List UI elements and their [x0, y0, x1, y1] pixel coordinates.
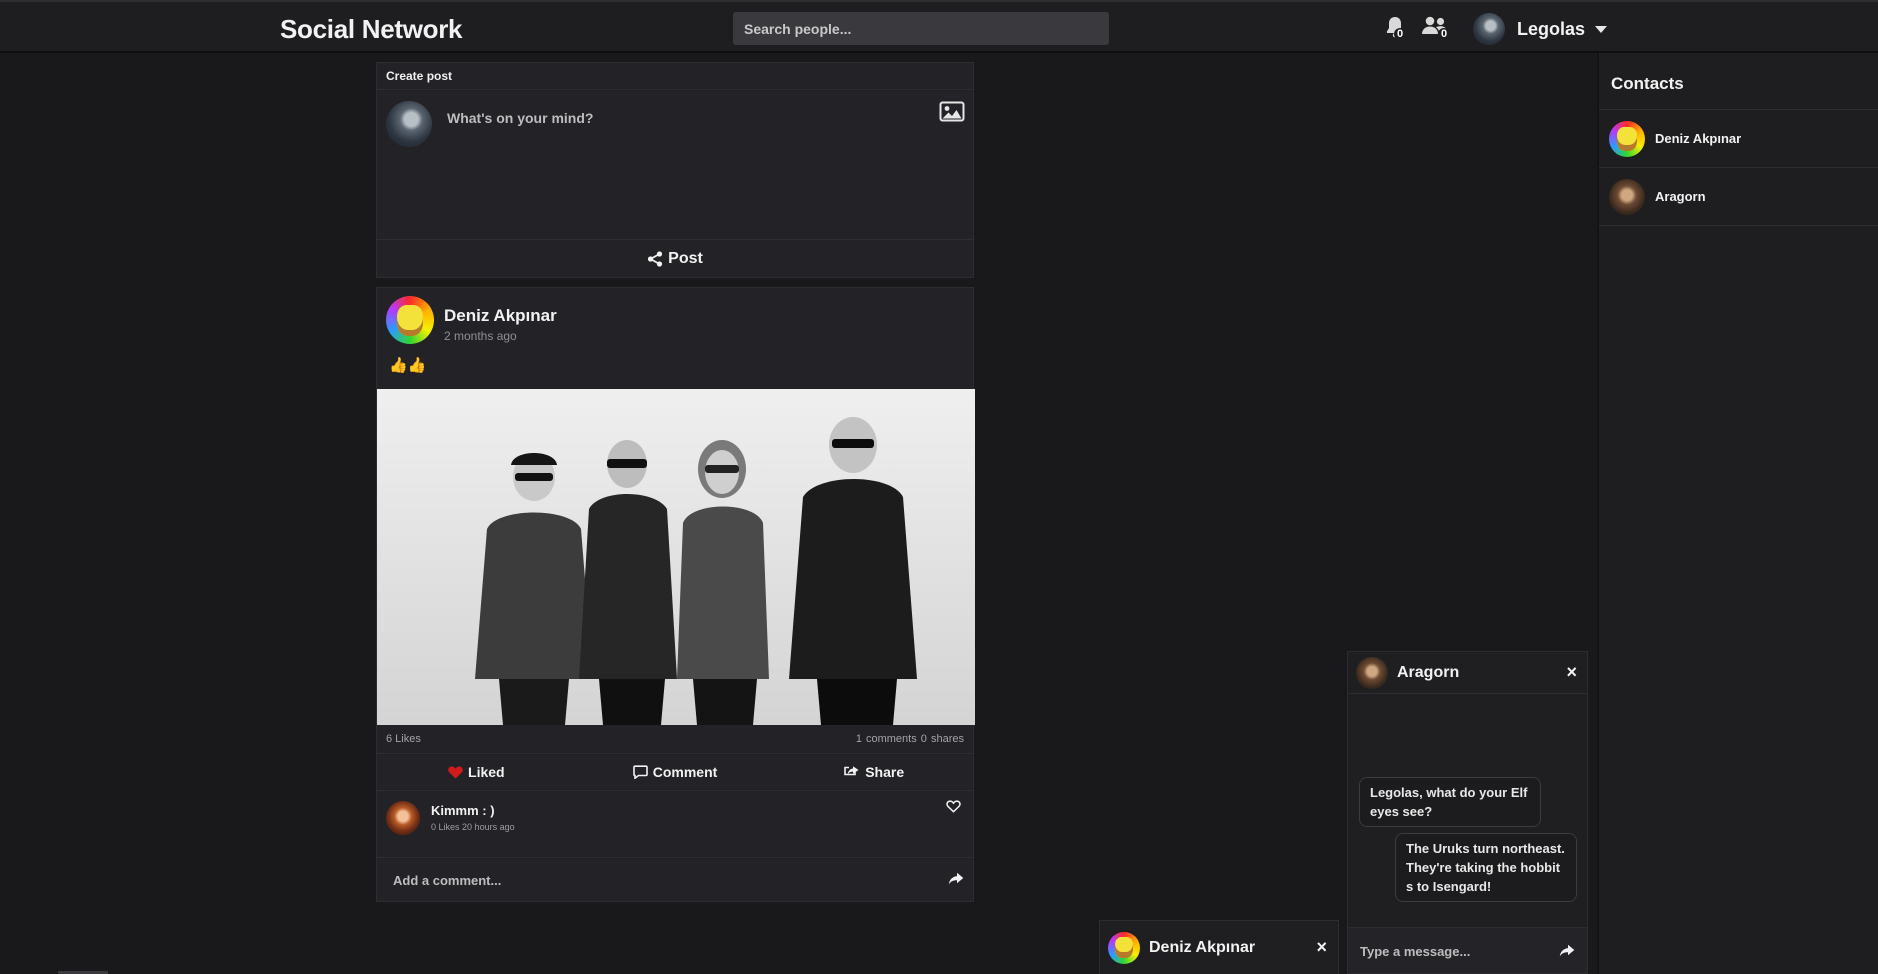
image-icon: [939, 101, 965, 122]
chat-message-received: Legolas, what do your Elf eyes see?: [1359, 777, 1541, 827]
contact-item-aragorn[interactable]: Aragorn: [1599, 168, 1878, 226]
chat-message-sent: The Uruks turn northeast. They're taking…: [1395, 833, 1577, 902]
friend-requests-button[interactable]: 0: [1421, 16, 1453, 44]
create-post-header: Create post: [377, 63, 973, 90]
post-button-label: Post: [668, 249, 703, 267]
band-photo: [377, 389, 975, 725]
comment-icon: [632, 765, 648, 779]
contact-name: Deniz Akpınar: [1655, 131, 1742, 146]
notifications-badge: 0: [1394, 28, 1406, 40]
post-card: Deniz Akpınar 2 months ago 👍👍 6 Likes 1 …: [376, 287, 975, 902]
contact-name: Aragorn: [1655, 189, 1706, 204]
send-message-button[interactable]: [1559, 944, 1575, 962]
chat-input-bar: [1348, 927, 1587, 973]
comment-button-label: Comment: [652, 764, 718, 780]
post-composer-input[interactable]: [447, 99, 887, 137]
post-author-avatar[interactable]: [386, 296, 434, 344]
like-button[interactable]: Liked: [377, 754, 576, 790]
post-timestamp: 2 months ago: [444, 329, 517, 343]
notifications-button[interactable]: 0: [1385, 16, 1411, 44]
comments-count[interactable]: 1 comments: [856, 733, 917, 745]
comment-like-button[interactable]: [946, 800, 961, 818]
chat-avatar: [1356, 656, 1388, 689]
friend-requests-badge: 0: [1438, 28, 1450, 40]
mini-chat-close-button[interactable]: ×: [1316, 938, 1327, 956]
post-stats: 1 comments 0 shares: [856, 733, 964, 745]
create-post-card: Create post Post: [376, 62, 974, 278]
contact-avatar: [1609, 120, 1645, 157]
heart-filled-icon: [448, 765, 463, 778]
chat-title: Aragorn: [1397, 663, 1460, 681]
comment-meta: 0 Likes 20 hours ago: [431, 822, 515, 832]
shares-count: 0 shares: [920, 733, 964, 745]
contacts-title: Contacts: [1599, 53, 1878, 110]
chat-header[interactable]: Aragorn ×: [1348, 652, 1587, 694]
post-button[interactable]: Post: [377, 239, 973, 277]
post-photo[interactable]: [377, 389, 975, 725]
chat-close-button[interactable]: ×: [1566, 663, 1577, 681]
search-input[interactable]: [733, 12, 1109, 45]
mini-chat-avatar: [1108, 931, 1140, 964]
send-comment-button[interactable]: [948, 872, 964, 890]
user-menu[interactable]: Legolas: [1473, 13, 1608, 45]
add-image-button[interactable]: [939, 101, 965, 127]
likes-count[interactable]: 6 Likes: [386, 733, 421, 745]
post-text: 👍👍: [389, 357, 427, 374]
contacts-sidebar: Contacts Deniz Akpınar Aragorn: [1597, 53, 1878, 974]
comment-likes: 0 Likes: [431, 822, 460, 832]
add-comment-bar: [377, 857, 973, 901]
heart-outline-icon: [946, 800, 961, 813]
chat-message-input[interactable]: [1360, 942, 1540, 960]
chevron-down-icon: [1595, 25, 1608, 33]
share-nodes-icon: [648, 250, 663, 267]
share-button-label: Share: [865, 764, 905, 780]
username: Legolas: [1517, 18, 1586, 39]
composer-avatar: [386, 101, 432, 147]
reply-arrow-icon: [948, 872, 964, 885]
mini-chat-title: Deniz Akpınar: [1149, 938, 1256, 956]
reply-arrow-icon: [1559, 944, 1575, 957]
comment-button[interactable]: Comment: [576, 754, 775, 790]
user-avatar: [1473, 13, 1505, 45]
brand-logo[interactable]: Social Network: [280, 14, 463, 45]
share-button[interactable]: Share: [774, 754, 973, 790]
post-author-name[interactable]: Deniz Akpınar: [444, 306, 557, 326]
post-actions: Liked Comment Share: [377, 753, 973, 791]
like-button-label: Liked: [468, 764, 505, 780]
top-navbar: Social Network 0 0 Legolas: [0, 0, 1878, 53]
chat-window-aragorn: Aragorn × Legolas, what do your Elf eyes…: [1347, 651, 1588, 974]
comment-author-avatar[interactable]: [386, 801, 420, 835]
chat-window-deniz-minimized[interactable]: Deniz Akpınar ×: [1099, 920, 1339, 974]
contact-avatar: [1609, 178, 1645, 215]
add-comment-input[interactable]: [393, 870, 913, 890]
share-icon: [844, 765, 859, 775]
comment-time: 20 hours ago: [462, 822, 515, 832]
contact-item-deniz[interactable]: Deniz Akpınar: [1599, 110, 1878, 168]
comment-author-name[interactable]: Kimmm : ): [431, 803, 495, 818]
